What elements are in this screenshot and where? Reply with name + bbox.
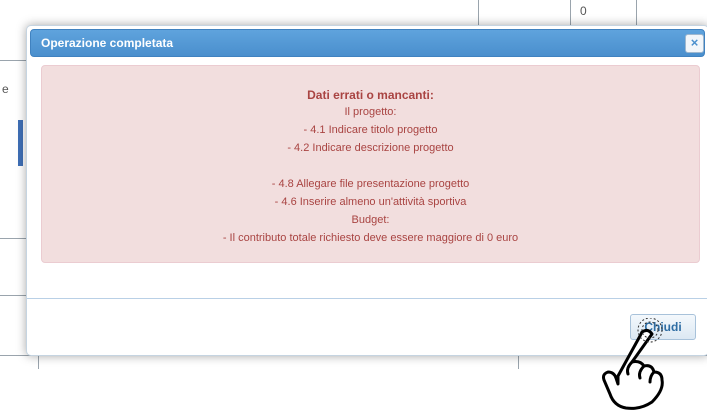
dialog-titlebar: Operazione completata × [30, 29, 705, 57]
bg-cell-text: e [2, 82, 9, 96]
bg-grid-line [636, 0, 637, 25]
alert-line: - 4.2 Indicare descrizione progetto [287, 142, 454, 154]
dialog-title: Operazione completata [41, 36, 174, 50]
close-icon[interactable]: × [685, 34, 704, 53]
bg-cell-text: 0 [580, 4, 587, 18]
alert-line: - 4.8 Allegare file presentazione proget… [271, 178, 470, 190]
bg-grid-line [0, 238, 26, 239]
alert-line: - 4.1 Indicare titolo progetto [303, 124, 438, 136]
hand-pointer-icon [602, 318, 664, 410]
bg-side-marker [18, 120, 23, 166]
bg-grid-line [0, 295, 26, 296]
error-alert: Dati errati o mancanti: Il progetto: - 4… [41, 65, 700, 263]
footer-separator [27, 298, 707, 299]
bg-grid-line [0, 60, 26, 61]
bg-grid-line [478, 0, 479, 25]
alert-title: Dati errati o mancanti: [307, 88, 434, 102]
bg-grid-line [570, 0, 571, 25]
alert-line: Il progetto: [344, 106, 397, 118]
alert-line: - 4.6 Inserire almeno un'attività sporti… [274, 196, 467, 208]
bg-grid-line [38, 355, 39, 369]
alert-line: - Il contributo totale richiesto deve es… [222, 232, 519, 244]
modal-dialog: Operazione completata × Dati errati o ma… [26, 25, 707, 356]
bg-grid-line [518, 355, 519, 369]
alert-line: Budget: [351, 214, 390, 226]
